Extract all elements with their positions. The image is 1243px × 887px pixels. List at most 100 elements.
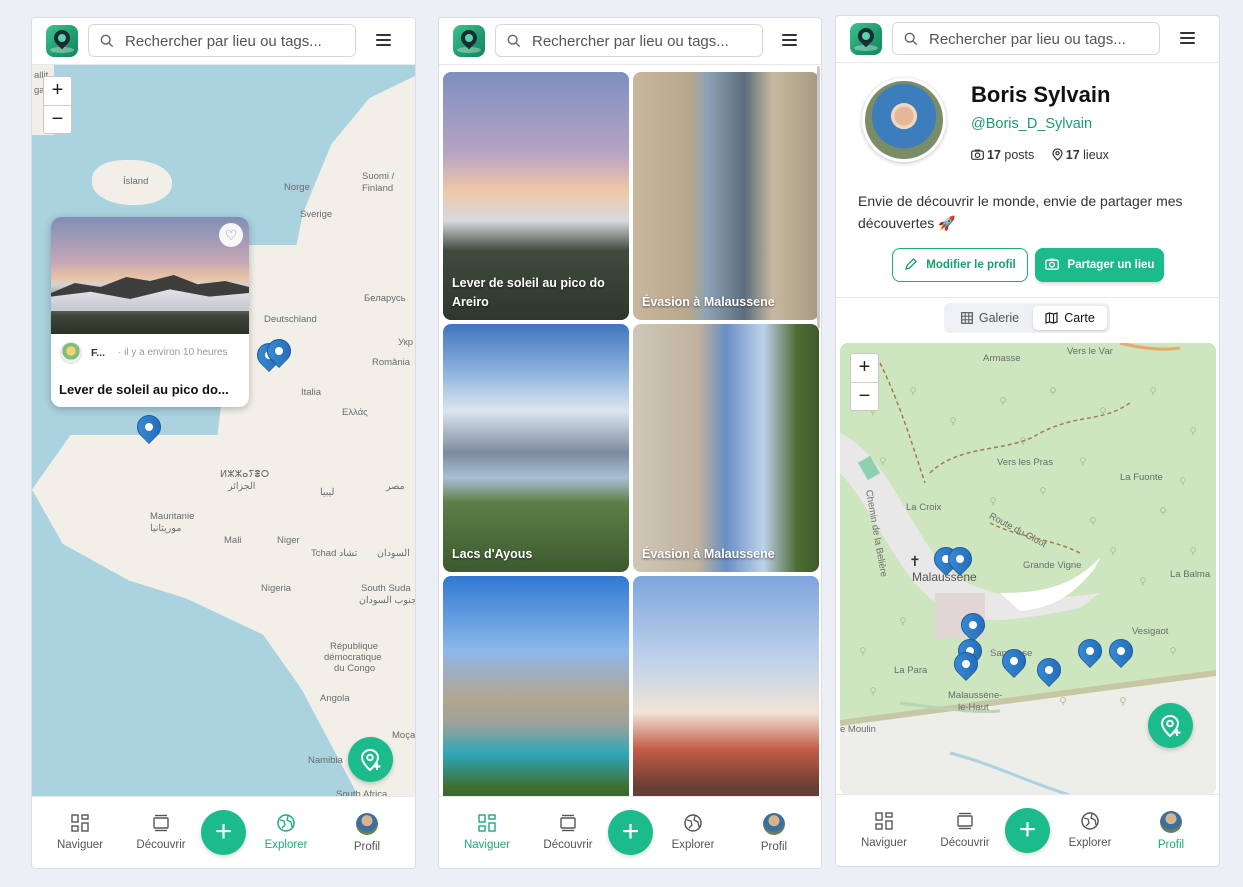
grid-icon [960,312,973,324]
top-bar [439,18,821,65]
map-label: Nigeria [261,583,292,594]
map-label: La Croix [906,502,942,513]
profile-bio: Envie de découvrir le monde, envie de pa… [858,193,1183,231]
map-label: ليبيا [320,487,335,498]
profile-handle[interactable]: @Boris_D_Sylvain [971,116,1092,132]
avatar [1160,811,1182,833]
search-input[interactable] [929,29,1151,49]
nav-naviguer[interactable]: Naviguer [849,811,919,849]
bottom-nav: Naviguer Découvrir + Explorer Profil [439,796,821,868]
location-pin-icon [1052,148,1063,161]
add-post-button[interactable]: + [201,810,246,855]
tab-carte[interactable]: Carte [1033,306,1107,330]
hamburger-menu-icon[interactable] [1180,32,1195,44]
naviguer-screen: Lever de soleil au pico do Areiro Évasio… [438,17,822,869]
nav-label: Explorer [1068,837,1112,849]
hamburger-menu-icon[interactable] [376,34,391,46]
map-label: România [372,357,411,368]
post-title: Évasion à Malaussene [642,295,775,309]
search-bar[interactable] [495,24,763,57]
post-tile[interactable]: Évasion à Malaussene [633,324,819,572]
post-tile[interactable]: Évasion à Malaussene [633,72,819,320]
search-bar[interactable] [88,24,356,57]
scrollbar[interactable] [817,66,820,328]
search-input[interactable] [125,31,347,51]
map-label: Укр [398,337,414,348]
tree-symbol [1050,383,1056,396]
divider [836,297,1219,298]
tree-symbol [910,383,916,396]
map-label: le-Haut [958,702,989,713]
profile-stats: 17 posts 17 lieux [971,148,1123,162]
tree-symbol [1040,483,1046,496]
world-map[interactable]: + − allit ga Ísland Norge Suomi / Finlan… [32,65,415,798]
map-label: Niger [277,535,300,546]
bottom-nav: Naviguer Découvrir + Explorer Profil [836,794,1219,866]
search-bar[interactable] [892,22,1160,55]
nav-naviguer[interactable]: Naviguer [452,813,522,851]
map-label: e Moulin [840,724,876,735]
post-popup-card[interactable]: ♡ F... · il y a environ 10 heures Lever … [51,217,249,407]
app-logo-icon[interactable] [850,23,882,55]
nav-label: Profil [1157,839,1185,851]
add-post-button[interactable]: + [608,810,653,855]
tree-symbol [900,613,906,626]
post-tile[interactable] [633,576,819,798]
nav-decouvrir[interactable]: Découvrir [126,813,196,851]
map-icon [1045,312,1058,324]
map-label: La Balma [1170,569,1211,580]
grid-icon [71,814,89,832]
nav-label: Découvrir [543,839,593,851]
bottom-nav: Naviguer Découvrir + Explorer Profil [32,796,415,868]
search-input[interactable] [532,31,754,51]
profile-map[interactable]: Armasse Vers le Var Vers les Pras La Fuo… [840,343,1216,795]
app-logo-icon[interactable] [46,25,78,57]
nav-profil[interactable]: Profil [1136,811,1206,851]
share-place-button[interactable]: Partager un lieu [1035,248,1164,282]
nav-naviguer[interactable]: Naviguer [45,813,115,851]
zoom-out-button[interactable]: − [851,382,878,410]
map-label: du Congo [334,663,376,674]
app-logo-icon[interactable] [453,25,485,57]
map-label: La Fuonte [1120,472,1163,483]
tree-symbol [1120,693,1126,706]
profile-name: Boris Sylvain [971,82,1111,107]
nav-decouvrir[interactable]: Découvrir [930,811,1000,849]
map-label: مصر [386,481,405,492]
map-label: République [330,641,379,652]
tab-galerie[interactable]: Galerie [949,306,1031,330]
hamburger-menu-icon[interactable] [782,34,797,46]
map-label: Italia [301,387,322,398]
map-label: Mauritanie [150,511,195,522]
camera-icon [1044,258,1059,270]
add-location-button[interactable] [348,737,393,782]
nav-profil[interactable]: Profil [332,813,402,853]
map-label: Mali [224,535,242,546]
map-label: La Para [894,665,928,676]
post-tile[interactable]: Lacs d'Ayous [443,324,629,572]
nav-label: Explorer [671,839,715,851]
nav-explorer[interactable]: Explorer [1055,811,1125,849]
tree-symbol [1080,453,1086,466]
zoom-in-button[interactable]: + [851,354,878,382]
add-location-button[interactable] [1148,703,1193,748]
nav-explorer[interactable]: Explorer [658,813,728,851]
zoom-out-button[interactable]: − [44,105,71,133]
zoom-control: + − [43,76,72,134]
add-post-button[interactable]: + [1005,808,1050,853]
nav-explorer[interactable]: Explorer [251,813,321,851]
nav-profil[interactable]: Profil [739,813,809,853]
map-label: Suomi / [362,171,395,182]
post-tile[interactable]: Lever de soleil au pico do Areiro [443,72,629,320]
tree-symbol [990,493,996,506]
places-stat: 17 lieux [1052,148,1109,162]
posts-stat: 17 posts [971,148,1034,162]
edit-profile-button[interactable]: Modifier le profil [892,248,1028,282]
tree-symbol [1180,473,1186,486]
heart-icon[interactable]: ♡ [219,223,243,247]
map-label: Finland [362,183,394,194]
nav-decouvrir[interactable]: Découvrir [533,813,603,851]
post-tile[interactable] [443,576,629,798]
zoom-in-button[interactable]: + [44,77,71,105]
tree-symbol [1100,403,1106,416]
